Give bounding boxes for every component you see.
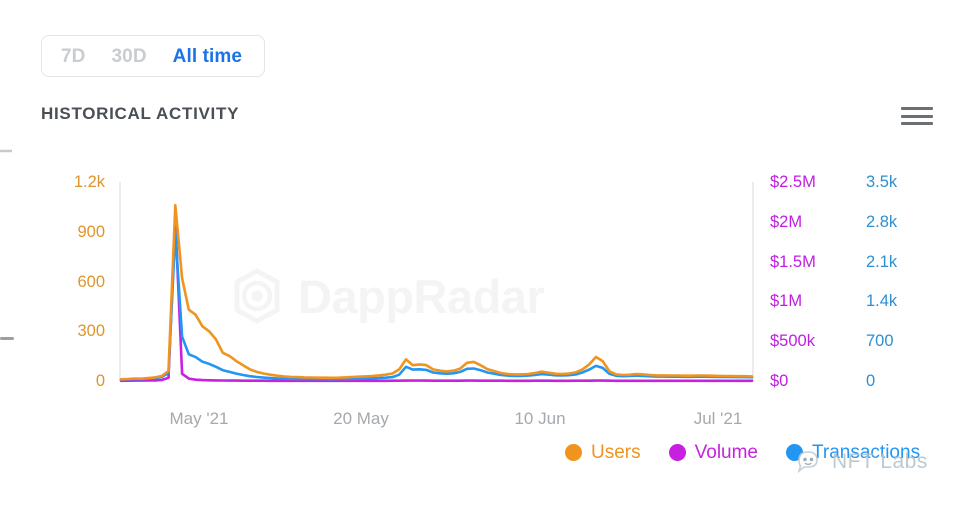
page-title: HISTORICAL ACTIVITY xyxy=(41,104,240,123)
legend-label: Transactions xyxy=(812,442,921,463)
tick-label: 600 xyxy=(77,272,105,291)
tick-label: $500k xyxy=(770,332,815,351)
menu-line-3 xyxy=(901,122,933,125)
hamburger-menu-icon[interactable] xyxy=(901,103,933,129)
legend-dot-icon xyxy=(786,444,803,461)
tick-label: 0 xyxy=(95,372,105,390)
legend-dot-icon xyxy=(565,444,582,461)
series-line-transactions xyxy=(119,230,754,381)
menu-line-2 xyxy=(901,114,933,118)
chart-series-group xyxy=(119,203,754,383)
tick-label: $0 xyxy=(770,372,789,390)
legend-dot-icon xyxy=(668,444,686,461)
legend-label: Users xyxy=(591,442,641,463)
tick-label: $1.5M xyxy=(770,252,816,271)
tick-label: 1.4k xyxy=(866,292,898,311)
period-tab-7d[interactable]: 7D xyxy=(42,47,99,66)
tick-label: 900 xyxy=(77,222,105,241)
tick-label: 2.8k xyxy=(866,212,898,231)
chart-plot-area xyxy=(119,182,754,383)
series-line-volume xyxy=(119,218,754,383)
x-tick-label: May '21 xyxy=(169,409,229,428)
legend-item-users[interactable]: Users xyxy=(565,443,641,462)
tick-label: 300 xyxy=(77,322,105,341)
chart-legend[interactable]: Users Volume Transactions xyxy=(565,443,920,462)
tick-label: $1M xyxy=(770,292,803,311)
period-selector[interactable]: 7D 30D All time xyxy=(41,35,266,77)
tick-label: 2.1k xyxy=(866,252,898,271)
tick-label: 1.2k xyxy=(73,173,105,191)
x-tick-label: 20 May xyxy=(333,409,389,428)
historical-activity-chart[interactable]: DappRadar 1.2k 900 600 300 0 $2.5M $2M $1.5M $1… xyxy=(0,160,960,450)
tick-label: 0 xyxy=(866,372,876,390)
tick-label: $2M xyxy=(770,212,803,231)
tick-label: 3.5k xyxy=(866,173,898,191)
x-tick-label: 10 Jun xyxy=(514,409,566,428)
menu-line-1 xyxy=(901,107,933,110)
period-tab-all-time[interactable]: All time xyxy=(160,47,264,66)
series-line-users xyxy=(119,203,754,381)
tick-label: $2.5M xyxy=(770,173,816,191)
legend-item-volume[interactable]: Volume xyxy=(668,442,758,463)
legend-item-transactions[interactable]: Transactions xyxy=(786,443,920,462)
tick-label: 700 xyxy=(866,332,894,351)
legend-label: Volume xyxy=(694,442,758,463)
period-tab-30d[interactable]: 30D xyxy=(99,47,160,66)
x-tick-label: Jul '21 xyxy=(693,409,743,428)
